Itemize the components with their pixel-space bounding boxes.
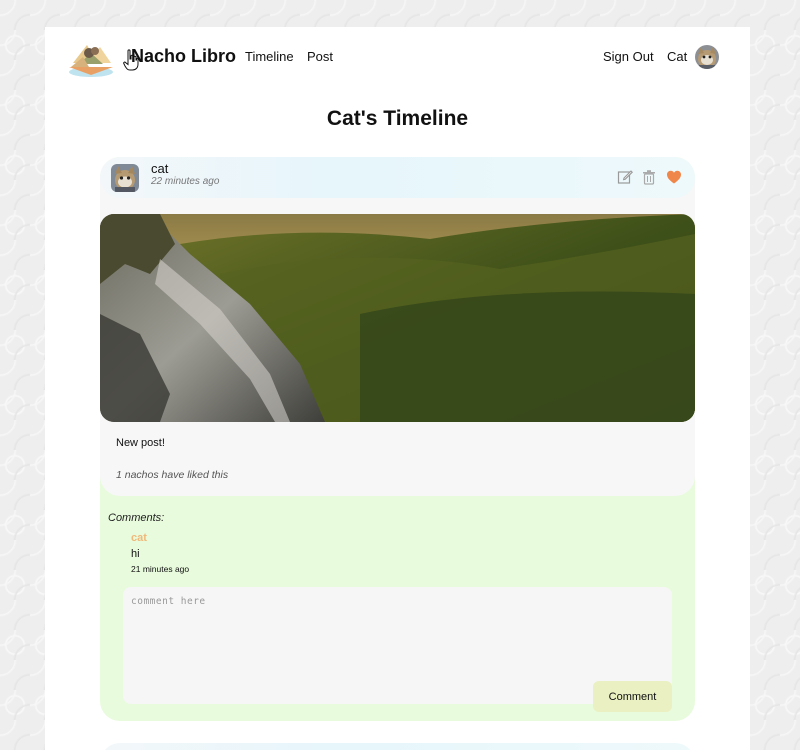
- trash-icon[interactable]: [641, 169, 657, 185]
- post-text: New post!: [116, 437, 165, 449]
- next-post-header: [100, 743, 695, 750]
- edit-icon[interactable]: [617, 169, 633, 185]
- comment-button[interactable]: Comment: [593, 681, 672, 712]
- comment-author[interactable]: cat: [131, 532, 147, 544]
- nacho-logo[interactable]: [67, 39, 115, 79]
- comments-label: Comments:: [108, 512, 165, 524]
- comment-timestamp: 21 minutes ago: [131, 564, 190, 574]
- page-title: Cat's Timeline: [326, 107, 469, 130]
- post-image: [100, 214, 695, 422]
- likes-count: 1 nachos have liked this: [116, 469, 229, 481]
- post-card: cat 22 minutes ago New post! 1 nachos ha…: [100, 157, 695, 721]
- comment-input[interactable]: [123, 587, 672, 704]
- user-avatar[interactable]: [695, 45, 719, 69]
- post-author-name[interactable]: cat: [151, 161, 168, 176]
- page-container: Nacho Libro Timeline Post Sign Out Cat C…: [45, 27, 750, 750]
- comment-text: hi: [131, 548, 140, 560]
- nav-user-name[interactable]: Cat: [667, 49, 687, 64]
- app-brand[interactable]: Nacho Libro: [131, 46, 236, 67]
- post-header: cat 22 minutes ago: [100, 157, 695, 198]
- sign-out-link[interactable]: Sign Out: [603, 49, 654, 64]
- nav-link-post[interactable]: Post: [307, 49, 333, 64]
- post-author-avatar[interactable]: [111, 164, 139, 192]
- navbar: Nacho Libro Timeline Post Sign Out Cat: [45, 27, 750, 89]
- heart-icon[interactable]: [666, 169, 682, 185]
- nav-link-timeline[interactable]: Timeline: [245, 49, 294, 64]
- post-timestamp: 22 minutes ago: [151, 176, 220, 187]
